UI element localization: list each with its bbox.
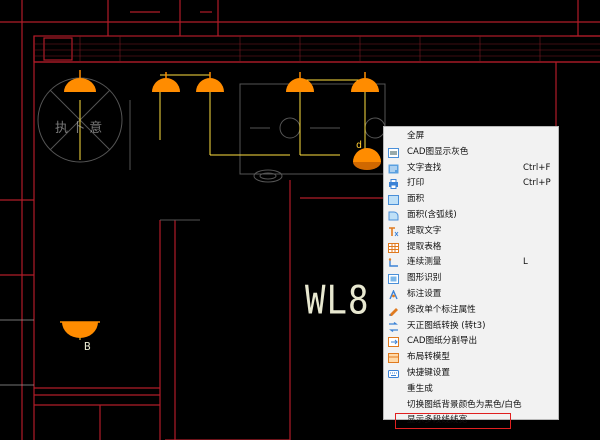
hatch: [34, 36, 600, 62]
tangent-convert-icon: [389, 321, 398, 332]
fixture-label-b: B: [84, 340, 91, 353]
menu-item-regenerate[interactable]: 重生成: [384, 382, 558, 398]
faded-room-text: 执 卜 意: [55, 121, 103, 136]
ceiling-light-icon: [64, 70, 96, 92]
menu-item-show-polyline-width[interactable]: 显示多段线线宽: [395, 413, 511, 430]
menu-item-tangent-convert[interactable]: 天正图纸转换 (转t3): [384, 319, 558, 335]
menu-item-area-arc[interactable]: 面积(含弧线): [384, 208, 558, 224]
menu-item-shape-recognition[interactable]: 图形识别: [384, 271, 558, 287]
menu-item-area[interactable]: 面积: [384, 192, 558, 208]
menu-item-gray-display[interactable]: CAD图显示灰色: [384, 145, 558, 161]
shape-recognition-icon: [388, 274, 399, 285]
menu-item-annotation-settings[interactable]: 标注设置: [384, 287, 558, 303]
ceiling-light-icon: [60, 321, 100, 338]
extract-text-icon: [389, 226, 399, 237]
context-menu: 全屏 CAD图显示灰色 文字查找 Ctrl+F 打印 Ctrl+P 面积 面积(含弧…: [383, 126, 559, 430]
layout-to-model-icon: [388, 353, 399, 364]
menu-item-shortcut-settings[interactable]: 快捷键设置: [384, 366, 558, 382]
menu-item-toggle-background[interactable]: 切换图纸背景颜色为黑色/白色: [384, 398, 558, 414]
measure-icon: [388, 258, 398, 268]
gray-display-icon: [388, 147, 399, 158]
text-search-icon: [388, 164, 399, 174]
area-arc-icon: [388, 211, 399, 221]
menu-item-split-export[interactable]: CAD图纸分割导出: [384, 334, 558, 350]
area-icon: [388, 195, 399, 206]
menu-item-edit-annotation[interactable]: 修改单个标注属性: [384, 303, 558, 319]
extract-table-icon: [388, 242, 399, 253]
edit-annotation-icon: [389, 307, 398, 316]
menu-item-extract-text[interactable]: 提取文字: [384, 224, 558, 240]
print-icon: [389, 179, 398, 190]
menu-item-extract-table[interactable]: 提取表格: [384, 240, 558, 256]
menu-item-fullscreen[interactable]: 全屏: [384, 129, 558, 145]
circuit-label: WL8: [305, 278, 370, 324]
ceiling-light-icon: [351, 72, 379, 92]
cad-grid-marks: [0, 319, 34, 386]
fixture-label-d: d: [356, 140, 363, 151]
shortcut-settings-icon: [388, 369, 399, 378]
ceiling-light-icon: [353, 148, 381, 170]
room-furniture: [37, 77, 386, 221]
annotation-settings-icon: [389, 289, 398, 300]
menu-item-print[interactable]: 打印 Ctrl+P: [384, 176, 558, 192]
split-export-icon: [388, 337, 399, 348]
menu-item-continuous-measure[interactable]: 连续测量 L: [384, 255, 558, 271]
ceiling-light-icon: [286, 72, 314, 92]
menu-item-text-search[interactable]: 文字查找 Ctrl+F: [384, 161, 558, 177]
cad-viewer: { "drawing": { "big_label": "WL8", "fixt…: [0, 0, 600, 440]
menu-item-layout-to-model[interactable]: 布局转模型: [384, 350, 558, 366]
